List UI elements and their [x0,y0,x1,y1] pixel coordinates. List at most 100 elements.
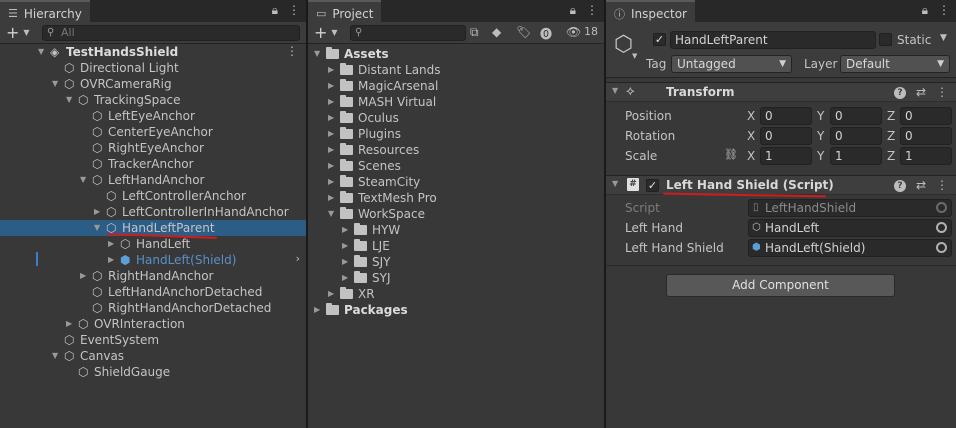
project-folder-row[interactable]: ▶ Resources [308,142,604,158]
scale-y-label[interactable]: Y [817,148,824,164]
expand-arrow-right-icon[interactable]: ▶ [342,222,348,238]
static-checkbox[interactable] [879,33,892,46]
expand-arrow-right-icon[interactable]: ▶ [108,252,114,268]
expand-arrow-right-icon[interactable]: ▶ [342,254,348,270]
rotation-y-field[interactable]: 0 [830,127,882,145]
rotation-x-label[interactable]: X [747,128,755,144]
expand-arrow-right-icon[interactable]: ▶ [328,286,334,302]
project-folder-row[interactable]: ▶ Scenes [308,158,604,174]
hierarchy-row[interactable]: ▶ ⬡ RightHandAnchor [0,268,306,284]
position-x-field[interactable]: 0 [760,107,812,125]
warning-icon[interactable]: ⓿ [540,25,552,42]
expand-arrow-down-icon[interactable]: ▼ [52,76,58,92]
lock-icon[interactable]: 🔒︎ [570,3,576,18]
help-icon[interactable]: ? [893,87,906,99]
hierarchy-row[interactable]: ⬡ LeftHandAnchorDetached [0,284,306,300]
project-folder-row[interactable]: ▶ Oculus [308,110,604,126]
hierarchy-search-input[interactable]: ⚲ All [42,25,300,41]
hierarchy-row[interactable]: ⬡ TrackerAnchor [0,156,306,172]
expand-arrow-right-icon[interactable]: ▶ [328,62,334,78]
create-dropdown-icon[interactable]: ▼ [331,28,337,37]
rotation-z-label[interactable]: Z [887,128,895,144]
position-y-field[interactable]: 0 [830,107,882,125]
chevron-right-icon[interactable]: › [296,252,300,265]
expand-arrow-right-icon[interactable]: ▶ [66,316,72,332]
project-search-input[interactable]: ⚲ [350,25,466,41]
hierarchy-row[interactable]: ▼ ⬡ Canvas [0,348,306,364]
more-menu-icon[interactable]: ⋮ [288,3,300,18]
hierarchy-row[interactable]: ⬡ Directional Light [0,60,306,76]
position-x-label[interactable]: X [747,108,755,124]
expand-arrow-right-icon[interactable]: ▶ [328,190,334,206]
script-component-header[interactable]: ▼ # ✓ Left Hand Shield (Script) ? ⇄ ⋮ [606,175,956,195]
left-hand-field[interactable]: ⬡ HandLeft [748,219,952,237]
project-folder-row[interactable]: ▶ HYW [308,222,604,238]
expand-arrow-right-icon[interactable]: ▶ [328,110,334,126]
expand-arrow-down-icon[interactable]: ▼ [66,92,72,108]
project-folder-row[interactable]: ▶ SJY [308,254,604,270]
help-icon[interactable]: ? [893,180,906,192]
project-folder-row[interactable]: ▶ SteamCity [308,174,604,190]
expand-arrow-right-icon[interactable]: ▶ [328,126,334,142]
object-picker-icon[interactable] [936,242,947,253]
hierarchy-row[interactable]: ▼ ⬡ TrackingSpace [0,92,306,108]
hierarchy-row[interactable]: ▶ ⬡ LeftControllerInHandAnchor [0,204,306,220]
hierarchy-row[interactable]: ▼ ⬡ HandLeftParent [0,220,306,236]
transform-header[interactable]: ▼ ⟡ Transform ? ⇄ ⋮ [606,82,956,102]
more-menu-icon[interactable]: ⋮ [286,43,298,59]
hierarchy-row[interactable]: ⬡ CenterEyeAnchor [0,124,306,140]
component-enabled-checkbox[interactable]: ✓ [646,179,659,192]
scale-x-label[interactable]: X [747,148,755,164]
constrain-proportions-icon[interactable]: ⛓︎ [724,148,738,161]
expand-arrow-down-icon[interactable]: ▼ [80,172,86,188]
create-button[interactable]: + [314,24,327,41]
expand-arrow-right-icon[interactable]: ▶ [328,78,334,94]
expand-arrow-right-icon[interactable]: ▶ [314,302,320,318]
more-menu-icon[interactable]: ⋮ [586,3,598,18]
tab-project[interactable]: ▭ Project [308,0,382,22]
hierarchy-row[interactable]: ⬡ EventSystem [0,332,306,348]
hierarchy-row[interactable]: ⬡ ShieldGauge [0,364,306,380]
tab-hierarchy[interactable]: ☰ Hierarchy [0,0,90,22]
hidden-packages-icon[interactable]: 👁︎ [566,25,581,39]
project-folder-row[interactable]: ▶ MASH Virtual [308,94,604,110]
add-component-button[interactable]: Add Component [666,274,895,297]
gameobject-cube-icon[interactable]: ⬡ [614,32,633,57]
position-y-label[interactable]: Y [817,108,824,124]
hierarchy-row[interactable]: ▶ ⬢ HandLeft(Shield) [0,252,306,268]
hierarchy-row[interactable]: ▼ ⬡ LeftHandAnchor [0,172,306,188]
rotation-z-field[interactable]: 0 [900,127,952,145]
presets-icon[interactable]: ⇄ [916,178,926,192]
rotation-x-field[interactable]: 0 [760,127,812,145]
project-folder-row[interactable]: ▶ Packages [308,302,604,318]
position-z-field[interactable]: 0 [900,107,952,125]
project-folder-row[interactable]: ▶ MagicArsenal [308,78,604,94]
expand-arrow-down-icon[interactable]: ▼ [52,348,58,364]
expand-arrow-down-icon[interactable]: ▼ [94,220,100,236]
tag-dropdown[interactable]: Untagged ▼ [671,55,792,73]
lock-icon[interactable]: 🔒︎ [272,3,278,18]
expand-arrow-right-icon[interactable]: ▶ [342,238,348,254]
search-by-type-icon[interactable]: ⧉ [470,25,479,40]
expand-arrow-right-icon[interactable]: ▶ [342,270,348,286]
scale-z-field[interactable]: 1 [900,147,952,165]
project-folder-row[interactable]: ▶ XR [308,286,604,302]
scale-y-field[interactable]: 1 [830,147,882,165]
expand-arrow-down-icon[interactable]: ▼ [314,46,320,62]
label-tag-icon[interactable]: 🏷︎ [516,25,531,39]
tab-inspector[interactable]: ⓘ Inspector [606,0,695,22]
hierarchy-row[interactable]: ⬡ RightEyeAnchor [0,140,306,156]
static-dropdown-icon[interactable]: ▼ [940,33,947,43]
hierarchy-row[interactable]: ⬡ LeftControllerAnchor [0,188,306,204]
more-menu-icon[interactable]: ⋮ [936,85,948,99]
object-name-field[interactable]: HandLeftParent [670,31,876,49]
project-folder-row[interactable]: ▶ SYJ [308,270,604,286]
expand-arrow-right-icon[interactable]: ▶ [80,268,86,284]
project-folder-row[interactable]: ▶ TextMesh Pro [308,190,604,206]
left-hand-shield-field[interactable]: ⬢ HandLeft(Shield) [748,239,952,257]
hierarchy-row[interactable]: ⬡ RightHandAnchorDetached [0,300,306,316]
more-menu-icon[interactable]: ⋮ [938,3,950,18]
layer-dropdown[interactable]: Default ▼ [840,55,950,73]
create-button[interactable]: + [6,24,19,41]
active-checkbox[interactable]: ✓ [653,33,666,46]
